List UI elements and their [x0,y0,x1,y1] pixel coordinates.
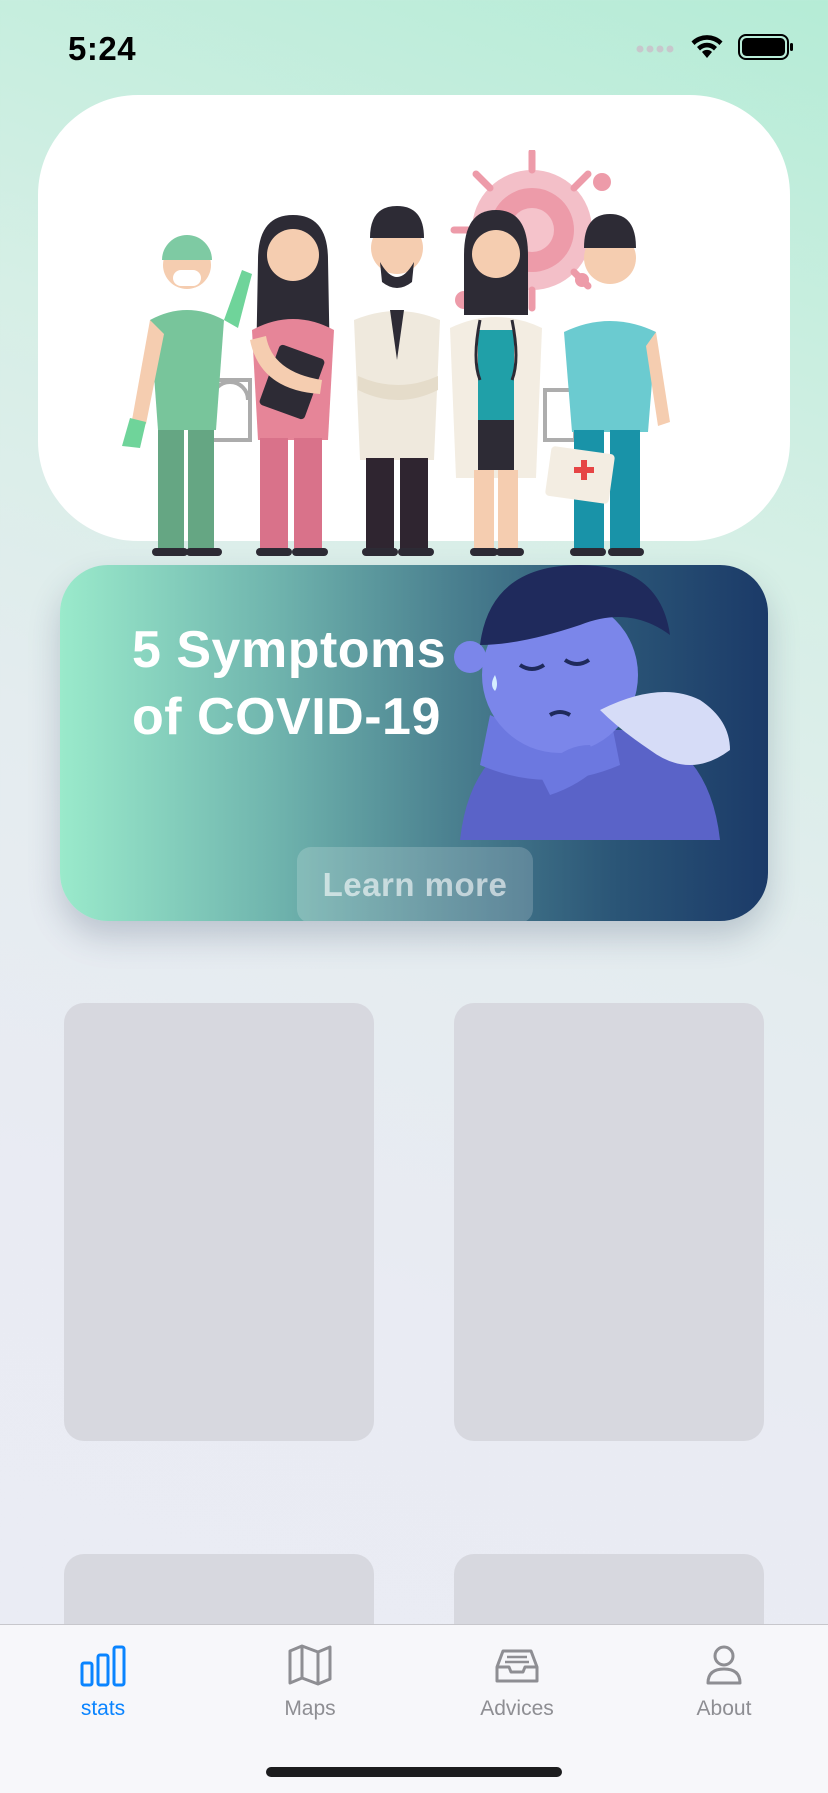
promo-title: 5 Symptoms of COVID-19 [132,617,492,751]
battery-icon [738,34,793,60]
home-indicator[interactable] [266,1767,562,1777]
medical-staff-illustration [122,150,670,556]
tab-stats[interactable]: stats [13,1643,193,1743]
person-icon [706,1645,742,1685]
tab-advices[interactable]: Advices [427,1643,607,1743]
tab-stats-label: stats [80,1697,126,1720]
tab-about-label: About [696,1697,752,1720]
status-bar: 5:24 [0,0,828,100]
nurse-figure [250,215,334,550]
symptoms-promo-card[interactable]: 5 Symptoms of COVID-19 Learn more [60,565,768,921]
inbox-icon [495,1649,539,1683]
map-icon [288,1644,332,1686]
bar-chart-icon [80,1645,126,1687]
tab-maps[interactable]: Maps [220,1643,400,1743]
doctor-figure [354,206,440,550]
status-indicators [636,34,794,60]
tab-advices-label: Advices [480,1697,554,1720]
cellular-signal-icon [636,45,674,53]
wifi-icon [691,35,723,58]
tab-maps-label: Maps [284,1697,336,1720]
status-time: 5:24 [68,30,137,67]
stat-card-placeholder-1 [64,1003,374,1441]
promo-title-line1: 5 Symptoms [132,621,447,679]
tab-bar: stats Maps Advices About [0,1624,828,1793]
tab-about[interactable]: About [634,1643,814,1743]
stat-card-placeholder-2 [454,1003,764,1441]
surgeon-figure [122,235,252,550]
learn-more-button[interactable]: Learn more [297,847,533,921]
promo-title-line2: of COVID-19 [132,688,441,746]
